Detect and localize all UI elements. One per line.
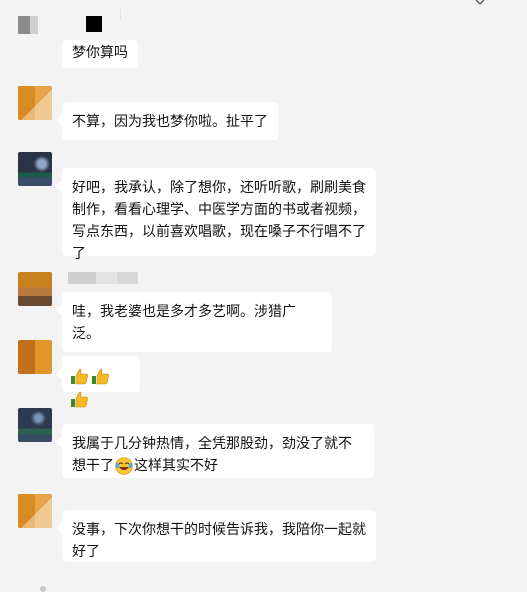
chat-bubble[interactable] xyxy=(56,356,140,407)
header-divider xyxy=(120,8,121,20)
thumbs-up-icon xyxy=(92,369,109,385)
chat-bubble-text: 哇，我老婆也是多才多艺啊。涉猎广泛。 xyxy=(72,303,296,341)
chat-bubble-text: 没事，下次你想干的时候告诉我，我陪你一起就好了 xyxy=(72,521,366,559)
thumbs-up-icon xyxy=(71,391,88,407)
chat-bubble[interactable]: 不算，因为我也梦你啦。扯平了 xyxy=(56,102,278,140)
more-options-icon[interactable] xyxy=(473,0,487,10)
chat-bubble-text: 不算，因为我也梦你啦。扯平了 xyxy=(72,113,268,129)
sender-avatar[interactable] xyxy=(18,86,52,120)
next-message-avatar-partial xyxy=(40,586,46,592)
sender-avatar[interactable] xyxy=(18,152,52,186)
chat-bubble[interactable]: 没事，下次你想干的时候告诉我，我陪你一起就好了 xyxy=(56,510,376,562)
thumbs-up-icon xyxy=(71,369,88,385)
contact-avatar-blurred xyxy=(18,16,38,34)
chat-bubble[interactable]: 好吧，我承认，除了想你，还听听歌，刷刷美食制作，看看心理学、中医学方面的书或者视… xyxy=(56,168,376,261)
sender-avatar[interactable] xyxy=(18,272,52,306)
chat-bubble-text: 好吧，我承认，除了想你，还听听歌，刷刷美食制作，看看心理学、中医学方面的书或者视… xyxy=(72,179,366,261)
chat-bubble-text-continued: 这样其实不好 xyxy=(134,457,218,473)
chat-bubble-partial[interactable]: 梦你算吗 xyxy=(62,40,138,68)
chat-bubble[interactable]: 我属于几分钟热情，全凭那股劲，劲没了就不想干了 这样其实不好 xyxy=(56,424,374,478)
sender-name-redacted xyxy=(68,272,138,284)
chat-bubble[interactable]: 哇，我老婆也是多才多艺啊。涉猎广泛。 xyxy=(56,292,332,352)
sender-avatar[interactable] xyxy=(18,340,52,374)
chat-bubble-text: 梦你算吗 xyxy=(72,44,128,60)
chat-header xyxy=(0,0,527,44)
laugh-cry-emoji-icon xyxy=(115,457,133,476)
sender-avatar[interactable] xyxy=(18,408,52,442)
contact-name-redacted xyxy=(86,16,102,32)
sender-avatar[interactable] xyxy=(18,494,52,528)
